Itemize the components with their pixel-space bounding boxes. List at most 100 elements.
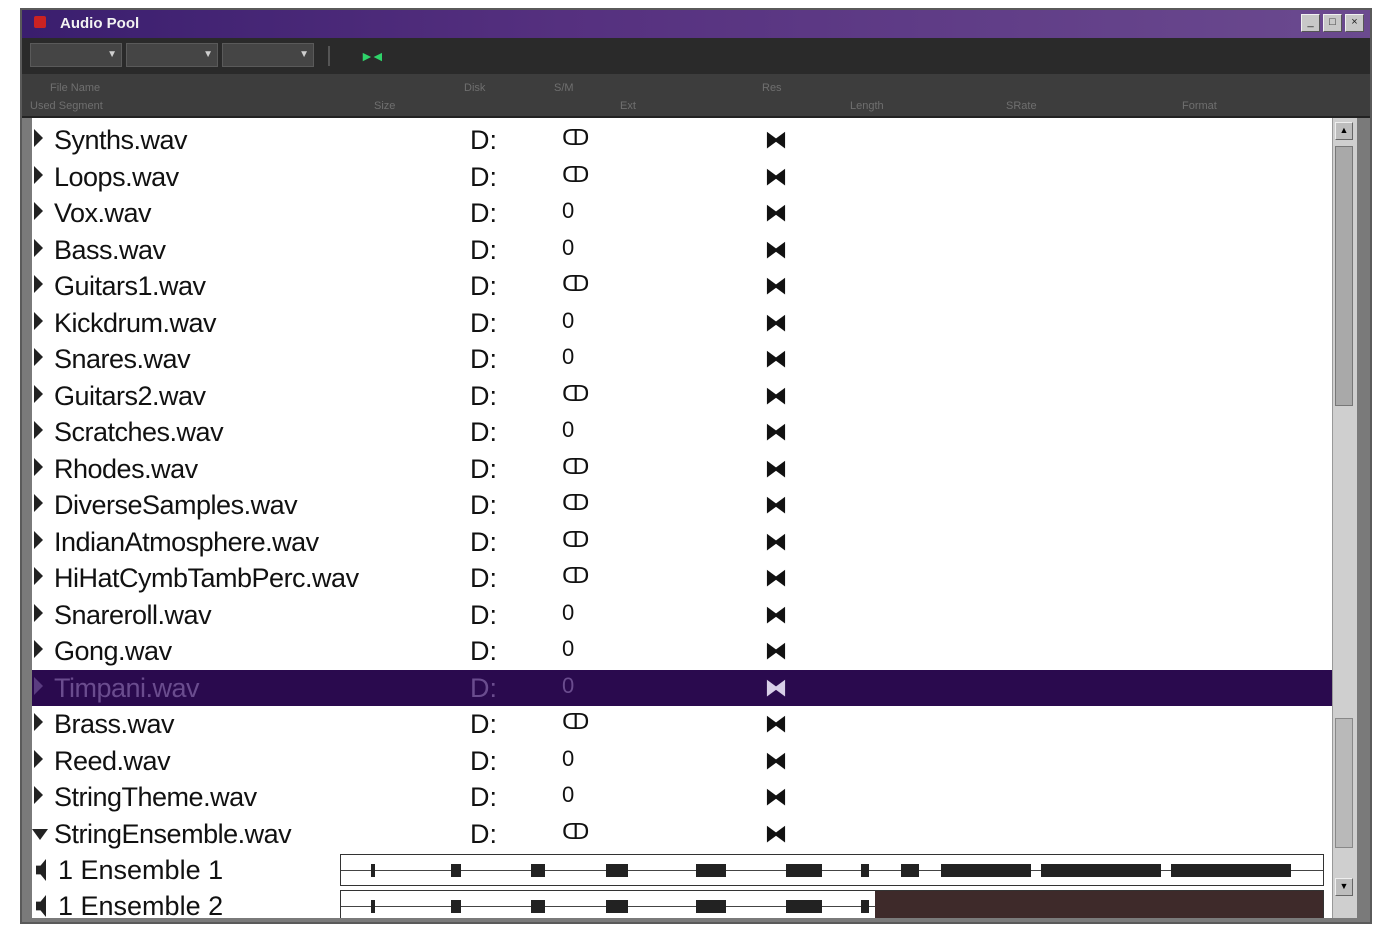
list-item[interactable]: Gong.wav D: 0 ⧓ <box>32 633 1332 669</box>
col-res[interactable]: Res <box>762 82 782 94</box>
col-filename[interactable]: File Name <box>50 82 100 94</box>
toolbar-separator <box>328 46 330 66</box>
waveform[interactable] <box>340 854 1324 886</box>
segment-label: 1 Ensemble 2 <box>58 891 224 918</box>
col-used-segment[interactable]: Used Segment <box>30 100 103 112</box>
col-format[interactable]: Format <box>1182 100 1217 112</box>
list-item[interactable]: Loops.wav D: ↀ ⧓ <box>32 159 1332 195</box>
toolbar-dropdown-3[interactable]: ▼ <box>222 43 314 67</box>
list-item-expanded[interactable]: StringEnsemble.wav D: ↀ ⧓ <box>32 816 1332 852</box>
mono-icon: 0 <box>562 672 575 698</box>
file-name: HiHatCymbTambPerc.wav <box>54 563 359 593</box>
waveform-blip <box>786 864 822 877</box>
col-ext[interactable]: Ext <box>620 100 636 112</box>
file-drive: D: <box>470 490 497 520</box>
expand-arrow-icon[interactable] <box>34 311 43 330</box>
expand-arrow-icon[interactable] <box>34 457 43 476</box>
col-size[interactable]: Size <box>374 100 395 112</box>
mono-icon: 0 <box>562 782 575 807</box>
expand-arrow-icon[interactable] <box>34 421 43 439</box>
file-name: Synths.wav <box>54 125 188 155</box>
stereo-icon: ↀ <box>562 161 590 187</box>
file-drive: D: <box>470 198 497 228</box>
list-item[interactable]: Brass.wav D: ↀ ⧓ <box>32 706 1332 742</box>
toolbar-dropdown-2[interactable]: ▼ <box>126 43 218 67</box>
waveform-blip <box>606 864 628 877</box>
list-item[interactable]: DiverseSamples.wav D: ↀ ⧓ <box>32 487 1332 523</box>
list-item[interactable]: Scratches.wav D: 0 ⧓ <box>32 414 1332 450</box>
expand-arrow-icon[interactable] <box>34 165 43 184</box>
expand-arrow-icon[interactable] <box>34 603 43 622</box>
list-item[interactable]: Kickdrum.wav D: 0 ⧓ <box>32 305 1332 341</box>
expand-arrow-icon[interactable] <box>34 238 43 257</box>
scroll-down-button[interactable]: ▼ <box>1335 878 1353 896</box>
mono-icon: 0 <box>562 599 575 625</box>
list-item[interactable]: Snareroll.wav D: 0 ⧓ <box>32 597 1332 633</box>
col-stereo[interactable]: S/M <box>554 82 574 94</box>
list-item[interactable]: Reed.wav D: 0 ⧓ <box>32 743 1332 779</box>
list-item[interactable]: Snares.wav D: 0 ⧓ <box>32 341 1332 377</box>
file-list[interactable]: Synths.wav D: ↀ ⧓ Loops.wav D: ↀ ⧓ Vox.w… <box>32 118 1332 918</box>
expand-arrow-icon[interactable] <box>34 530 43 549</box>
expand-arrow-icon[interactable] <box>34 640 43 658</box>
expand-arrow-icon[interactable] <box>34 676 43 695</box>
close-button[interactable]: × <box>1345 14 1364 32</box>
collapse-arrow-icon[interactable] <box>32 828 48 840</box>
toolbar-dropdown-1[interactable]: ▼ <box>30 43 122 67</box>
list-item[interactable]: StringTheme.wav D: 0 ⧓ <box>32 779 1332 815</box>
status-icon: ⧓ <box>765 565 787 590</box>
status-icon: ⧓ <box>765 346 787 371</box>
status-icon: ⧓ <box>765 638 787 663</box>
maximize-button[interactable]: □ <box>1323 14 1342 32</box>
expand-arrow-icon[interactable] <box>34 384 43 403</box>
file-drive: D: <box>470 344 497 374</box>
status-icon: ⧓ <box>765 236 787 262</box>
file-drive: D: <box>470 599 497 630</box>
status-icon: ⧓ <box>765 820 787 846</box>
speaker-icon[interactable] <box>36 859 46 881</box>
expand-arrow-icon[interactable] <box>34 275 43 293</box>
segment-row[interactable]: 1 Ensemble 1 <box>32 852 1332 888</box>
list-item[interactable]: Rhodes.wav D: ↀ ⧓ <box>32 451 1332 487</box>
stereo-icon: ↀ <box>562 271 590 296</box>
audio-pool-window: Audio Pool _ □ × ▼ ▼ ▼ ►◄ File Name Used… <box>20 8 1372 924</box>
minimize-button[interactable]: _ <box>1301 14 1320 32</box>
waveform[interactable] <box>340 890 1324 918</box>
status-icon: ⧓ <box>765 163 787 189</box>
status-icon: ⧓ <box>765 273 787 298</box>
status-icon: ⧓ <box>765 455 787 481</box>
waveform-blip <box>786 900 822 913</box>
scroll-thumb-secondary[interactable] <box>1335 718 1353 848</box>
vertical-scrollbar[interactable]: ▲ ▼ <box>1332 118 1357 918</box>
speaker-icon[interactable] <box>36 895 46 917</box>
list-item[interactable]: IndianAtmosphere.wav D: ↀ ⧓ <box>32 524 1332 560</box>
list-item-selected[interactable]: Timpani.wav D: 0 ⧓ <box>32 669 1332 706</box>
col-disk[interactable]: Disk <box>464 82 485 94</box>
list-item[interactable]: Guitars1.wav D: ↀ ⧓ <box>32 268 1332 304</box>
expand-arrow-icon[interactable] <box>34 567 43 585</box>
scroll-up-button[interactable]: ▲ <box>1335 122 1353 140</box>
file-name: Loops.wav <box>54 161 179 192</box>
expand-arrow-icon[interactable] <box>34 348 43 366</box>
expand-arrow-icon[interactable] <box>34 786 43 804</box>
title-bar[interactable]: Audio Pool _ □ × <box>22 10 1370 38</box>
list-item[interactable]: Vox.wav D: 0 ⧓ <box>32 195 1332 231</box>
expand-arrow-icon[interactable] <box>34 202 43 220</box>
expand-arrow-icon[interactable] <box>34 129 43 147</box>
list-item[interactable]: Synths.wav D: ↀ ⧓ <box>32 122 1332 158</box>
segment-row[interactable]: 1 Ensemble 2 <box>32 888 1332 918</box>
list-item[interactable]: Bass.wav D: 0 ⧓ <box>32 232 1332 268</box>
expand-arrow-icon[interactable] <box>34 494 43 512</box>
waveform-empty-region <box>875 891 1323 918</box>
col-rate[interactable]: SRate <box>1006 100 1037 112</box>
list-item[interactable]: HiHatCymbTambPerc.wav D: ↀ ⧓ <box>32 560 1332 596</box>
list-item[interactable]: Guitars2.wav D: ↀ ⧓ <box>32 378 1332 414</box>
status-icon: ⧓ <box>765 419 787 444</box>
app-icon[interactable] <box>34 16 46 28</box>
play-icon[interactable]: ►◄ <box>360 48 385 64</box>
scroll-thumb[interactable] <box>1335 146 1353 406</box>
file-name: DiverseSamples.wav <box>54 490 298 520</box>
col-length[interactable]: Length <box>850 100 884 112</box>
expand-arrow-icon[interactable] <box>34 713 43 731</box>
expand-arrow-icon[interactable] <box>34 749 43 768</box>
